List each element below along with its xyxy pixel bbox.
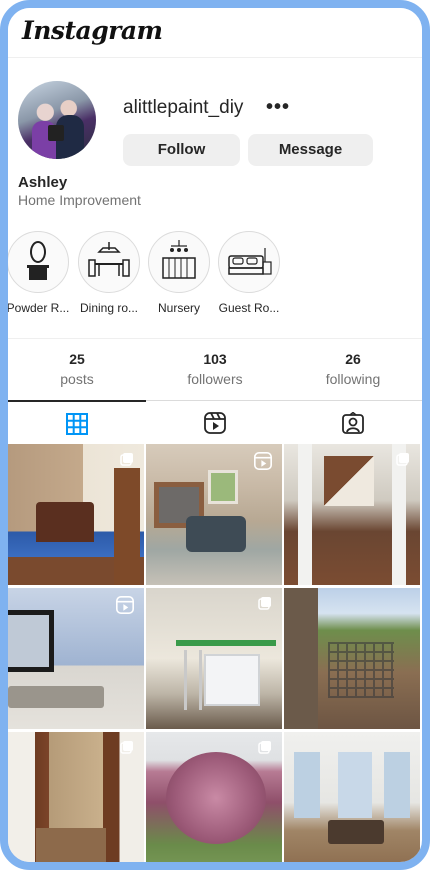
- bed-icon: [228, 248, 272, 275]
- followers-label: followers: [187, 371, 243, 387]
- post-thumbnail-bedroom[interactable]: [8, 444, 144, 585]
- post-thumbnail-dining-room[interactable]: [284, 732, 420, 862]
- carousel-icon: [258, 597, 271, 610]
- profile-tabs: [8, 400, 422, 444]
- photo-detail: [208, 470, 238, 504]
- photo-detail: [284, 588, 318, 729]
- posts-label: posts: [60, 371, 94, 387]
- stat-followers[interactable]: 103 followers: [146, 351, 284, 387]
- photo-detail: [384, 752, 410, 818]
- post-thumbnail-blossom-tree[interactable]: [146, 732, 282, 862]
- post-thumbnail-renovation[interactable]: [146, 588, 282, 729]
- photo-detail: [176, 640, 276, 646]
- tab-tagged[interactable]: [284, 401, 422, 445]
- photo-detail: [114, 468, 140, 585]
- photo-detail: [204, 654, 260, 706]
- vanity-icon: [27, 241, 49, 280]
- highlight-dining-room[interactable]: Dining ro...: [77, 231, 141, 315]
- photo-detail: [338, 752, 372, 818]
- highlight-label: Nursery: [157, 301, 200, 315]
- carousel-icon: [396, 453, 409, 466]
- stat-posts[interactable]: 25 posts: [8, 351, 146, 387]
- message-button[interactable]: Message: [248, 134, 373, 166]
- photo-detail: [36, 502, 94, 542]
- photo-detail: [294, 752, 320, 818]
- carousel-icon: [120, 741, 133, 754]
- highlight-guest-room[interactable]: Guest Ro...: [217, 231, 281, 315]
- photo-detail: [8, 610, 54, 672]
- profile-stats: 25 posts 103 followers 26 following: [8, 338, 422, 400]
- post-thumbnail-powder-room[interactable]: [8, 588, 144, 729]
- more-options-icon[interactable]: •••: [266, 96, 290, 119]
- follow-button[interactable]: Follow: [123, 134, 240, 166]
- stat-following[interactable]: 26 following: [284, 351, 422, 387]
- highlight-label: Powder R...: [6, 301, 70, 315]
- following-label: following: [325, 371, 381, 387]
- profile-category: Home Improvement: [18, 192, 141, 208]
- carousel-icon: [258, 741, 271, 754]
- profile-full-name: Ashley: [18, 174, 68, 191]
- posts-count: 25: [69, 351, 85, 367]
- highlight-label: Guest Ro...: [218, 301, 280, 315]
- phone-frame: Instagram alittlepaint_diy ••• Follow Me…: [0, 0, 430, 870]
- tagged-icon: [342, 412, 364, 434]
- profile-avatar[interactable]: [18, 81, 96, 159]
- photo-detail: [328, 820, 384, 844]
- photo-detail: [186, 516, 246, 552]
- photo-detail: [166, 752, 266, 844]
- dining-table-icon: [88, 242, 130, 277]
- highlight-cover: [8, 231, 69, 293]
- highlight-label: Dining ro...: [79, 301, 139, 315]
- post-thumbnail-doorway[interactable]: [8, 732, 144, 862]
- highlight-cover: [148, 231, 210, 293]
- reel-icon: [254, 452, 272, 470]
- top-bar: Instagram: [8, 8, 422, 58]
- crib-icon: [162, 240, 196, 279]
- photo-detail: [328, 642, 394, 698]
- photo-detail: [324, 456, 374, 506]
- tab-reels[interactable]: [146, 401, 284, 445]
- highlight-cover: [218, 231, 280, 293]
- highlight-powder-room[interactable]: Powder R...: [8, 231, 70, 315]
- profile-username: alittlepaint_diy: [123, 97, 244, 118]
- instagram-logo[interactable]: Instagram: [22, 16, 163, 45]
- carousel-icon: [120, 453, 133, 466]
- highlight-nursery[interactable]: Nursery: [147, 231, 211, 315]
- reel-icon: [116, 596, 134, 614]
- photo-detail: [36, 828, 106, 862]
- post-thumbnail-living-room[interactable]: [146, 444, 282, 585]
- photo-detail: [298, 444, 312, 585]
- post-thumbnail-hallway[interactable]: [284, 444, 420, 585]
- photo-detail: [184, 650, 202, 710]
- following-count: 26: [345, 351, 361, 367]
- photo-detail: [8, 686, 104, 708]
- grid-icon: [66, 413, 88, 435]
- tab-posts-grid[interactable]: [8, 400, 146, 444]
- avatar-object: [48, 125, 64, 141]
- reels-icon: [204, 412, 226, 434]
- highlight-cover: [78, 231, 140, 293]
- followers-count: 103: [203, 351, 227, 367]
- post-thumbnail-backyard[interactable]: [284, 588, 420, 729]
